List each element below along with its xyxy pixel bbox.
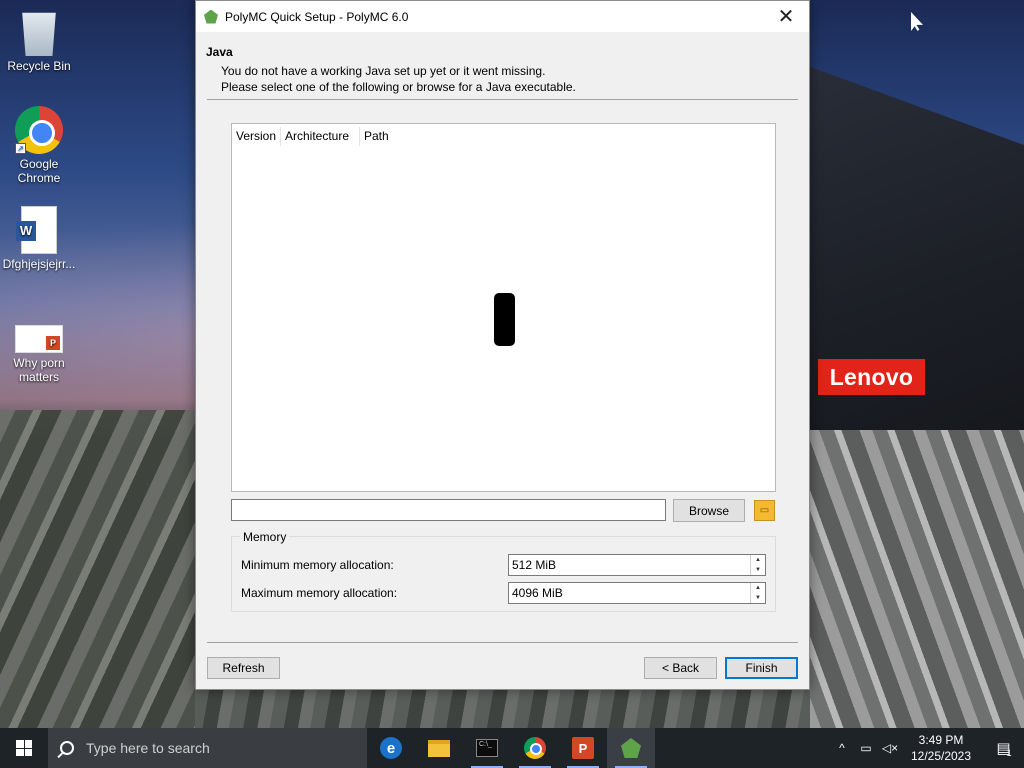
tray-network-button[interactable]: ▭ bbox=[854, 728, 878, 768]
min-memory-stepper[interactable]: ▲ ▼ bbox=[750, 555, 765, 575]
window-title: PolyMC Quick Setup - PolyMC 6.0 bbox=[225, 9, 409, 24]
taskbar-app-file-explorer[interactable] bbox=[415, 728, 463, 768]
stepper-up-icon[interactable]: ▲ bbox=[751, 583, 765, 593]
edge-icon: e bbox=[380, 737, 402, 759]
stepper-up-icon[interactable]: ▲ bbox=[751, 555, 765, 565]
max-memory-label: Maximum memory allocation: bbox=[241, 586, 398, 600]
window-titlebar[interactable]: PolyMC Quick Setup - PolyMC 6.0 ✕ bbox=[196, 1, 809, 32]
java-list[interactable]: Version Architecture Path bbox=[231, 123, 776, 492]
desktop-icon-powerpoint-file[interactable]: Why porn matters bbox=[0, 311, 79, 384]
close-button[interactable]: ✕ bbox=[763, 1, 809, 32]
chrome-icon: ↗ bbox=[15, 106, 63, 154]
min-memory-row: Minimum memory allocation: 512 MiB ▲ ▼ bbox=[241, 554, 766, 576]
desktop-icon-label: Dfghjejsjejrr... bbox=[2, 257, 76, 271]
desktop-icon-google-chrome[interactable]: ↗ Google Chrome bbox=[0, 106, 79, 185]
desktop-icon-word-document[interactable]: Dfghjejsjejrr... bbox=[0, 206, 79, 271]
powerpoint-file-icon bbox=[15, 325, 63, 353]
footer-divider bbox=[207, 642, 798, 643]
polymc-setup-window: PolyMC Quick Setup - PolyMC 6.0 ✕ Java Y… bbox=[195, 0, 810, 690]
wallpaper-cliff bbox=[794, 61, 1024, 460]
max-memory-spinbox[interactable]: 4096 MiB ▲ ▼ bbox=[508, 582, 766, 604]
wallpaper-rocks-left bbox=[0, 410, 200, 730]
min-memory-label: Minimum memory allocation: bbox=[241, 558, 394, 572]
chevron-up-icon: ^ bbox=[839, 741, 845, 755]
back-button[interactable]: < Back bbox=[644, 657, 717, 679]
wallpaper-rocks-bottom bbox=[195, 690, 810, 730]
network-icon: ▭ bbox=[860, 741, 872, 755]
min-memory-value: 512 MiB bbox=[512, 558, 557, 572]
tray-overflow-button[interactable]: ^ bbox=[830, 728, 854, 768]
search-icon bbox=[60, 741, 74, 755]
page-header: Java You do not have a working Java set … bbox=[196, 32, 809, 95]
terminal-icon: C:\_ bbox=[476, 739, 498, 757]
volume-muted-icon: ◁× bbox=[881, 741, 899, 755]
mouse-cursor-icon bbox=[911, 12, 923, 31]
folder-icon: ▭ bbox=[759, 505, 770, 516]
clock-date: 12/25/2023 bbox=[910, 749, 972, 763]
taskbar-search-box[interactable]: Type here to search bbox=[48, 728, 367, 768]
polymc-icon bbox=[621, 738, 641, 758]
start-button[interactable] bbox=[0, 728, 48, 768]
windows-logo-icon bbox=[16, 740, 32, 756]
taskbar: Type here to search e C:\_ P ^ ▭ ◁× 3:49… bbox=[0, 728, 1024, 768]
browse-button[interactable]: Browse bbox=[673, 499, 745, 522]
desktop-icon-label: Google Chrome bbox=[17, 157, 61, 185]
action-center-button[interactable]: ▤ 1 bbox=[984, 728, 1024, 768]
section-title: Java bbox=[206, 45, 233, 59]
column-header-path[interactable]: Path bbox=[360, 127, 420, 146]
taskbar-clock[interactable]: 3:49 PM 12/25/2023 bbox=[906, 732, 976, 764]
desktop-icon-label: Recycle Bin bbox=[7, 59, 71, 73]
recycle-bin-icon bbox=[22, 12, 56, 56]
header-divider bbox=[207, 99, 798, 100]
java-folder-button[interactable]: ▭ bbox=[754, 500, 775, 521]
taskbar-app-powerpoint[interactable]: P bbox=[559, 728, 607, 768]
powerpoint-icon: P bbox=[572, 737, 594, 759]
loading-spinner-icon bbox=[494, 293, 515, 346]
clock-time: 3:49 PM bbox=[918, 733, 964, 747]
search-placeholder: Type here to search bbox=[86, 740, 210, 756]
description-line-1: You do not have a working Java set up ye… bbox=[221, 64, 546, 78]
max-memory-row: Maximum memory allocation: 4096 MiB ▲ ▼ bbox=[241, 582, 766, 604]
taskbar-app-polymc[interactable] bbox=[607, 728, 655, 768]
chrome-icon bbox=[524, 737, 546, 759]
shortcut-arrow-icon: ↗ bbox=[15, 143, 26, 154]
desktop-icon-label: Why porn matters bbox=[13, 356, 65, 384]
stepper-down-icon[interactable]: ▼ bbox=[751, 565, 765, 575]
refresh-button[interactable]: Refresh bbox=[207, 657, 280, 679]
min-memory-spinbox[interactable]: 512 MiB ▲ ▼ bbox=[508, 554, 766, 576]
memory-group: Memory Minimum memory allocation: 512 Mi… bbox=[231, 530, 776, 612]
system-tray: ^ ▭ ◁× 3:49 PM 12/25/2023 ▤ 1 bbox=[830, 728, 1024, 768]
java-list-header: Version Architecture Path bbox=[232, 124, 775, 149]
column-header-version[interactable]: Version bbox=[232, 127, 281, 146]
lenovo-logo: Lenovo bbox=[818, 359, 925, 395]
memory-legend: Memory bbox=[240, 530, 290, 544]
desktop-icon-recycle-bin[interactable]: Recycle Bin bbox=[0, 8, 79, 73]
max-memory-value: 4096 MiB bbox=[512, 586, 563, 600]
polymc-icon bbox=[204, 9, 218, 24]
taskbar-app-terminal[interactable]: C:\_ bbox=[463, 728, 511, 768]
description-line-2: Please select one of the following or br… bbox=[221, 80, 576, 94]
max-memory-stepper[interactable]: ▲ ▼ bbox=[750, 583, 765, 603]
file-explorer-icon bbox=[428, 739, 450, 757]
column-header-architecture[interactable]: Architecture bbox=[281, 127, 360, 146]
tray-volume-button[interactable]: ◁× bbox=[878, 728, 902, 768]
taskbar-app-chrome[interactable] bbox=[511, 728, 559, 768]
notification-count: 1 bbox=[1006, 748, 1012, 758]
java-path-input[interactable] bbox=[231, 499, 666, 521]
finish-button[interactable]: Finish bbox=[725, 657, 798, 679]
taskbar-app-edge[interactable]: e bbox=[367, 728, 415, 768]
stepper-down-icon[interactable]: ▼ bbox=[751, 593, 765, 603]
close-icon: ✕ bbox=[777, 6, 795, 28]
wallpaper-rocks-right bbox=[809, 430, 1024, 730]
word-document-icon bbox=[16, 206, 57, 254]
